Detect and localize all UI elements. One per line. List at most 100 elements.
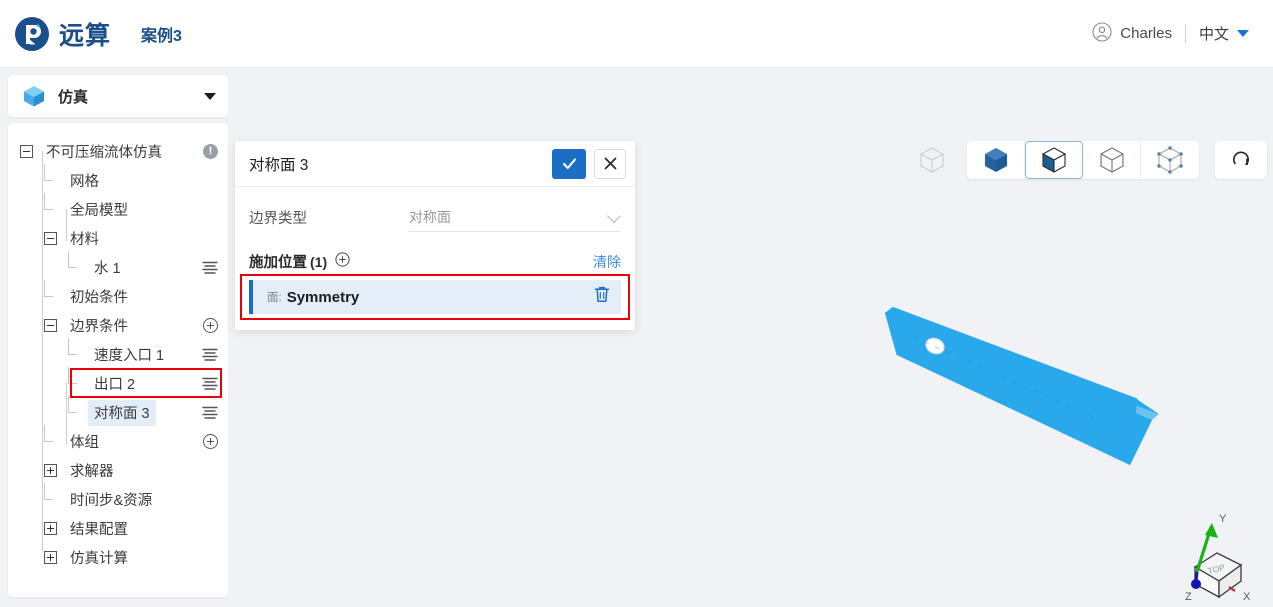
tree-item-label: 全局模型 bbox=[70, 203, 128, 219]
lines-icon bbox=[202, 377, 218, 390]
expand-toggle-icon[interactable] bbox=[44, 551, 57, 564]
location-name: Symmetry bbox=[286, 288, 360, 306]
item-menu-button[interactable] bbox=[202, 406, 218, 419]
cancel-button[interactable] bbox=[594, 148, 626, 179]
tree-elbow-icon bbox=[68, 338, 81, 361]
boundary-type-select[interactable]: 对称面 bbox=[409, 202, 622, 232]
expand-toggle-icon[interactable] bbox=[44, 464, 57, 477]
tree-item[interactable]: 仿真计算 bbox=[8, 543, 228, 572]
tree-item[interactable]: 速度入口 1 bbox=[8, 338, 228, 369]
tree-item-label: 初始条件 bbox=[70, 290, 128, 306]
axis-label-z: Z bbox=[1185, 591, 1192, 603]
caret-down-icon bbox=[1237, 30, 1249, 37]
header-right: Charles 中文 bbox=[1092, 21, 1249, 46]
language-label: 中文 bbox=[1198, 26, 1229, 43]
delete-location-button[interactable] bbox=[593, 285, 611, 309]
check-icon bbox=[562, 158, 576, 170]
tree-item[interactable]: 对称面 3 bbox=[8, 396, 228, 427]
boundary-condition-panel: 对称面 3 边界类型 对称面 施加位置 (1) 清除 面: Symmetry bbox=[235, 141, 635, 330]
tree-item-label: 结果配置 bbox=[70, 522, 128, 538]
view-mode-group bbox=[967, 141, 1199, 179]
shaded-view-button[interactable] bbox=[967, 141, 1025, 179]
tree-item[interactable]: 不可压缩流体仿真! bbox=[8, 137, 228, 166]
caret-down-icon[interactable] bbox=[204, 92, 216, 100]
yuansuan-logo-icon bbox=[14, 16, 50, 52]
collapse-toggle-icon[interactable] bbox=[44, 232, 57, 245]
boundary-type-label: 边界类型 bbox=[249, 210, 307, 227]
tree-item[interactable]: 时间步&资源 bbox=[8, 483, 228, 514]
lines-icon bbox=[202, 261, 218, 274]
tree-item-label: 边界条件 bbox=[70, 319, 128, 335]
tree-item-label: 材料 bbox=[70, 232, 99, 248]
tree-item-label: 求解器 bbox=[70, 464, 114, 480]
panel-body: 边界类型 对称面 施加位置 (1) 清除 面: Symmetry bbox=[235, 187, 635, 330]
brand[interactable]: 远算 bbox=[14, 16, 111, 52]
tree-elbow-icon bbox=[44, 164, 57, 187]
tree-item[interactable]: 网格 bbox=[8, 164, 228, 195]
wireframe-view-button[interactable] bbox=[1083, 141, 1141, 179]
tree-item-label: 体组 bbox=[70, 435, 99, 451]
tree-item-label: 对称面 3 bbox=[94, 406, 150, 422]
points-view-button[interactable] bbox=[1141, 141, 1199, 179]
ghost-cube-button[interactable] bbox=[913, 141, 951, 179]
app-header: 远算 案例3 Charles 中文 bbox=[0, 0, 1273, 68]
tree-item[interactable]: 求解器 bbox=[8, 456, 228, 485]
add-location-button[interactable] bbox=[335, 251, 350, 272]
tree-elbow-icon bbox=[68, 396, 81, 419]
item-menu-button[interactable] bbox=[202, 377, 218, 390]
sim-cube-icon bbox=[22, 84, 46, 108]
tree-item-label: 网格 bbox=[70, 174, 99, 190]
shaded-edges-button[interactable] bbox=[1025, 141, 1083, 179]
close-icon bbox=[604, 157, 616, 170]
apply-location-section-header: 施加位置 (1) 清除 bbox=[249, 251, 621, 272]
add-item-button[interactable] bbox=[203, 434, 218, 449]
user-name: Charles bbox=[1120, 25, 1172, 42]
trash-icon bbox=[594, 286, 610, 303]
sidebar-header[interactable]: 仿真 bbox=[8, 75, 228, 117]
boundary-type-value: 对称面 bbox=[409, 208, 451, 225]
reset-rotate-icon bbox=[1232, 151, 1250, 166]
case-title: 案例3 bbox=[141, 27, 182, 45]
tree-item[interactable]: 结果配置 bbox=[8, 514, 228, 543]
language-switcher[interactable]: 中文 bbox=[1199, 23, 1249, 44]
expand-toggle-icon[interactable] bbox=[44, 522, 57, 535]
panel-actions bbox=[552, 148, 626, 179]
warning-icon[interactable]: ! bbox=[203, 144, 218, 159]
view-toolbar bbox=[913, 141, 1267, 179]
tree-elbow-icon bbox=[68, 251, 81, 274]
chevron-down-icon bbox=[606, 208, 622, 224]
tree-elbow-icon bbox=[44, 193, 57, 216]
tree-item[interactable]: 边界条件 bbox=[8, 311, 228, 340]
location-list-item[interactable]: 面: Symmetry bbox=[249, 280, 621, 314]
add-item-button[interactable] bbox=[203, 318, 218, 333]
item-menu-button[interactable] bbox=[202, 348, 218, 361]
tree-item[interactable]: 全局模型 bbox=[8, 193, 228, 224]
axis-triad[interactable]: TOP Y X Z bbox=[1167, 505, 1259, 605]
tree-item[interactable]: 初始条件 bbox=[8, 280, 228, 311]
lines-icon bbox=[202, 406, 218, 419]
collapse-toggle-icon[interactable] bbox=[44, 319, 57, 332]
tree-elbow-icon bbox=[44, 483, 57, 506]
tree-item[interactable]: 出口 2 bbox=[8, 367, 228, 398]
tree-item-label: 不可压缩流体仿真 bbox=[46, 145, 162, 161]
plus-circle-icon bbox=[203, 434, 218, 449]
tree-elbow-icon bbox=[44, 280, 57, 303]
collapse-toggle-icon[interactable] bbox=[20, 145, 33, 158]
clear-locations-button[interactable]: 清除 bbox=[593, 252, 621, 272]
tree-item[interactable]: 材料 bbox=[8, 224, 228, 253]
tree-elbow-icon bbox=[44, 425, 57, 448]
user-menu[interactable]: Charles bbox=[1092, 21, 1172, 46]
tree-item[interactable]: 体组 bbox=[8, 425, 228, 456]
brand-name: 远算 bbox=[59, 21, 112, 50]
item-menu-button[interactable] bbox=[202, 261, 218, 274]
tree-item-label: 速度入口 1 bbox=[94, 348, 165, 364]
header-divider bbox=[1184, 24, 1186, 43]
apply-location-list: 面: Symmetry bbox=[240, 274, 630, 320]
plus-circle-icon bbox=[203, 318, 218, 333]
tree-item[interactable]: 水 1 bbox=[8, 251, 228, 282]
model-tree: 不可压缩流体仿真! 网格全局模型材料水 1 初始条件边界条件速度入口 1 出口 2 对称… bbox=[8, 123, 228, 597]
confirm-button[interactable] bbox=[552, 148, 586, 179]
reset-view-button[interactable] bbox=[1215, 141, 1267, 179]
panel-title: 对称面 3 bbox=[249, 156, 309, 174]
axis-label-y: Y bbox=[1219, 513, 1227, 525]
